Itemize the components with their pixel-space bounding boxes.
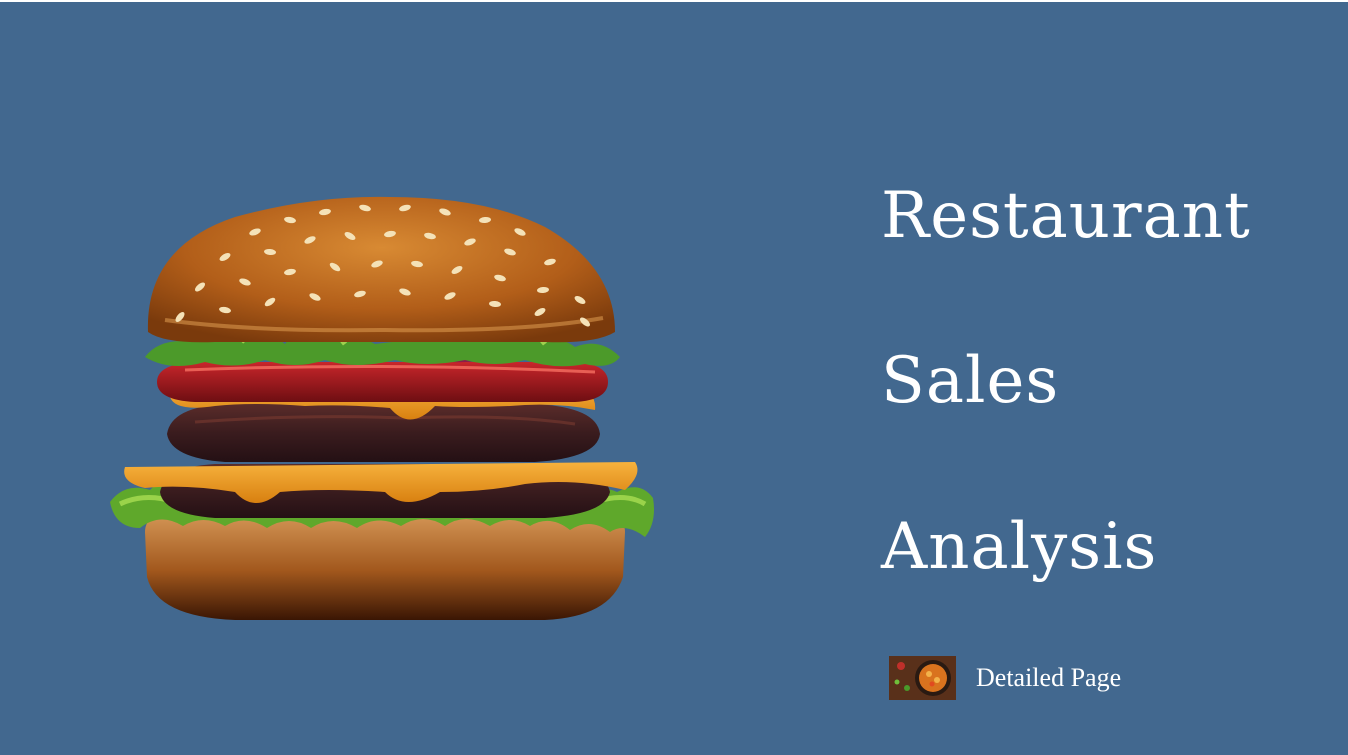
- title-line-3: Analysis: [881, 510, 1158, 584]
- burger-image: [110, 196, 654, 620]
- report-page: Restaurant Sales Analysis Detailed Page: [0, 2, 1348, 755]
- detailed-page-link[interactable]: Detailed Page: [889, 655, 1121, 701]
- food-thumbnail-icon: [889, 656, 956, 700]
- title-line-1: Restaurant: [881, 179, 1251, 253]
- detailed-page-label: Detailed Page: [976, 663, 1122, 692]
- title-line-2: Sales: [881, 344, 1060, 418]
